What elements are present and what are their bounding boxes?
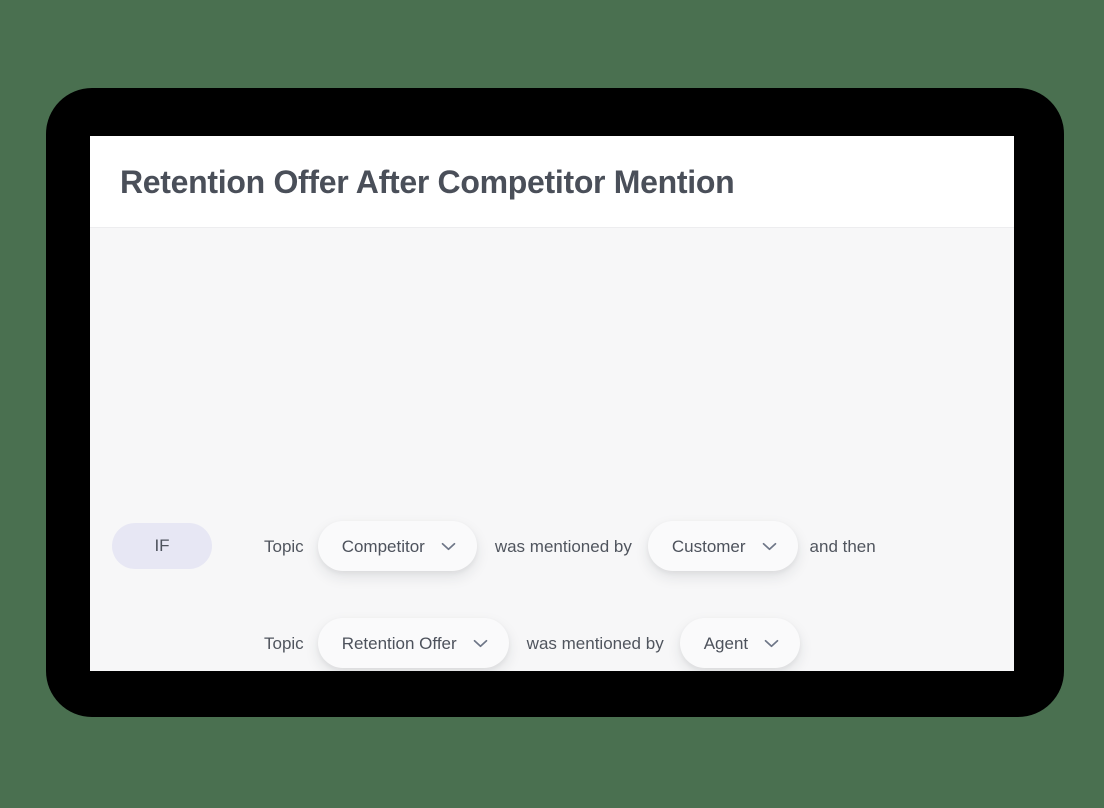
topic-dropdown-1[interactable]: Competitor	[317, 521, 477, 571]
speaker-dropdown-1-value: Customer	[671, 536, 746, 556]
mentioned-by-label-1: was mentioned by	[494, 536, 632, 556]
chevron-down-icon	[764, 639, 779, 647]
page-title: Retention Offer After Competitor Mention	[120, 163, 735, 200]
topic-dropdown-2-value: Retention Offer	[341, 633, 457, 653]
chevron-down-icon	[762, 542, 776, 550]
mentioned-by-label-2: was mentioned by	[526, 633, 664, 653]
chevron-down-icon	[441, 542, 456, 550]
condition-row-1: IF Topic Competitor was mentioned by Cus…	[112, 521, 876, 571]
topic-label-1: Topic	[264, 536, 304, 556]
condition-row-2: Topic Retention Offer was mentioned by A…	[112, 618, 801, 668]
speaker-dropdown-2-value: Agent	[703, 633, 749, 653]
speaker-dropdown-1[interactable]: Customer	[647, 521, 798, 571]
card-body: IF Topic Competitor was mentioned by Cus…	[90, 228, 1014, 671]
speaker-dropdown-2[interactable]: Agent	[679, 618, 801, 668]
topic-dropdown-1-value: Competitor	[341, 536, 425, 556]
topic-dropdown-2[interactable]: Retention Offer	[317, 618, 509, 668]
rule-card: Retention Offer After Competitor Mention…	[90, 136, 1014, 671]
chevron-down-icon	[473, 639, 488, 647]
if-badge: IF	[112, 523, 212, 569]
topic-label-2: Topic	[264, 633, 304, 653]
connector-label-1: and then	[809, 536, 876, 556]
card-header: Retention Offer After Competitor Mention	[90, 136, 1014, 228]
